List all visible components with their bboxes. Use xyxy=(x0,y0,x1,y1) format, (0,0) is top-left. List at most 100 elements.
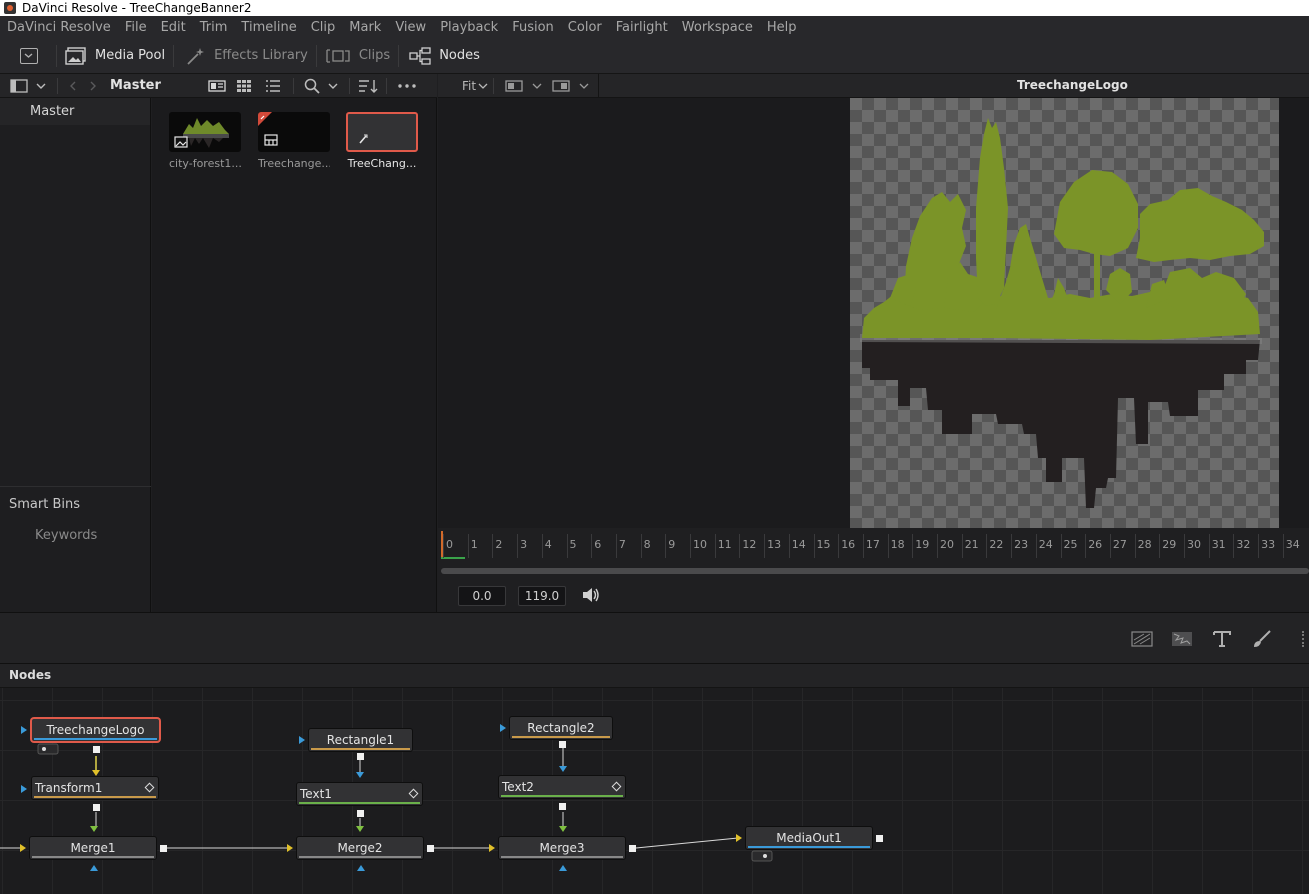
node-merge1[interactable]: Merge1 xyxy=(29,836,157,860)
clip-item-selected[interactable]: TreeChang... xyxy=(346,112,418,170)
media-pool-button[interactable]: Media Pool xyxy=(57,38,173,74)
node-type-stripe xyxy=(34,796,156,798)
node-treechange-logo[interactable]: TreechangeLogo xyxy=(31,718,160,742)
ruler-tick-label: 18 xyxy=(890,538,905,551)
menu-playback[interactable]: Playback xyxy=(440,20,498,35)
ruler-tick-mark xyxy=(813,534,815,558)
view-layout-icon[interactable] xyxy=(505,80,523,92)
menu-edit[interactable]: Edit xyxy=(161,20,186,35)
forward-arrow-icon[interactable] xyxy=(88,80,98,92)
menu-file[interactable]: File xyxy=(125,20,147,35)
node-type-stripe xyxy=(32,856,154,858)
treechange-logo-image xyxy=(860,118,1264,508)
grid-view-icon[interactable] xyxy=(236,79,252,93)
node-rectangle2[interactable]: Rectangle2 xyxy=(509,716,613,740)
node-transform1[interactable]: Transform1 xyxy=(31,776,159,800)
clip-grid: city-forest1... Treechange... TreeChang.… xyxy=(152,98,437,612)
ruler-tick-mark xyxy=(492,534,494,558)
clip-thumbnail xyxy=(346,112,418,152)
divider xyxy=(57,77,58,94)
clip-item[interactable]: Treechange... xyxy=(258,112,330,170)
back-arrow-icon[interactable] xyxy=(68,80,78,92)
ruler-tick-mark xyxy=(541,534,543,558)
ruler-tick-mark xyxy=(937,534,938,558)
metadata-view-icon[interactable] xyxy=(208,79,226,92)
menu-color[interactable]: Color xyxy=(568,20,602,35)
sidebar-toggle-icon[interactable] xyxy=(10,78,28,93)
menu-davinci-resolve[interactable]: DaVinci Resolve xyxy=(7,20,111,35)
node-label: Merge2 xyxy=(337,841,383,855)
fast-noise-tool-icon[interactable] xyxy=(1171,631,1193,647)
panel-toggle-button[interactable] xyxy=(0,38,56,74)
node-merge2[interactable]: Merge2 xyxy=(296,836,424,860)
time-ruler[interactable]: 0 1 2 3 4 5 6 7 8 9 10 11 12 13 14 15 16 17 18 19 20 21 22 23 24… xyxy=(438,528,1309,564)
viewer-options-icon[interactable] xyxy=(552,80,570,92)
sort-icon[interactable] xyxy=(358,79,378,93)
menu-fusion[interactable]: Fusion xyxy=(512,20,554,35)
menu-clip[interactable]: Clip xyxy=(311,20,336,35)
node-editor[interactable]: TreechangeLogo Transform1 Merge1 Rectang… xyxy=(0,688,1309,894)
menu-help[interactable]: Help xyxy=(767,20,797,35)
ruler-tick-label: 14 xyxy=(791,538,806,551)
chevron-down-icon[interactable] xyxy=(35,81,47,91)
node-media-out1[interactable]: MediaOut1 xyxy=(745,826,873,850)
bin-master[interactable]: Master xyxy=(0,98,150,125)
ruler-tick-label: 12 xyxy=(742,538,757,551)
node-type-stripe xyxy=(512,736,610,738)
node-label: Rectangle2 xyxy=(527,721,595,735)
more-options-icon[interactable] xyxy=(397,83,417,89)
zoom-select[interactable]: Fit xyxy=(462,79,476,93)
smart-bin-keywords[interactable]: Keywords xyxy=(35,528,97,543)
media-pool-label: Media Pool xyxy=(95,48,166,63)
chevron-down-icon[interactable] xyxy=(327,81,339,91)
menu-timeline[interactable]: Timeline xyxy=(241,20,296,35)
smart-bins-header[interactable]: Smart Bins xyxy=(0,486,151,512)
ruler-tick-mark xyxy=(443,534,444,558)
corner-flag-icon xyxy=(258,112,272,126)
volume-icon[interactable] xyxy=(581,586,601,604)
menu-trim[interactable]: Trim xyxy=(200,20,228,35)
list-view-icon[interactable] xyxy=(265,79,281,93)
media-pool-header: Master xyxy=(0,74,437,98)
ruler-tick-label: 24 xyxy=(1038,538,1053,551)
ruler-tick-mark xyxy=(1282,534,1284,558)
effects-library-button[interactable]: Effects Library xyxy=(174,38,316,74)
viewer[interactable] xyxy=(438,98,1309,528)
viewer-canvas[interactable] xyxy=(850,98,1279,528)
divider xyxy=(598,74,599,98)
diamond-icon xyxy=(144,782,155,793)
ruler-tick-label: 9 xyxy=(668,538,676,551)
render-end-time[interactable]: 119.0 xyxy=(518,586,566,606)
menu-view[interactable]: View xyxy=(395,20,426,35)
ruler-tick-mark xyxy=(1035,534,1037,558)
background-tool-icon[interactable] xyxy=(1131,631,1153,647)
diamond-icon xyxy=(611,781,622,792)
menu-workspace[interactable]: Workspace xyxy=(682,20,753,35)
davinci-app-icon xyxy=(4,2,16,14)
paint-brush-icon[interactable] xyxy=(1252,629,1272,649)
clips-label: Clips xyxy=(358,48,391,63)
clip-item[interactable]: city-forest1... xyxy=(169,112,241,170)
node-merge3[interactable]: Merge3 xyxy=(498,836,626,860)
timeline-scrubber[interactable] xyxy=(441,568,1309,574)
render-start-time[interactable]: 0.0 xyxy=(458,586,506,606)
ruler-tick-label: 30 xyxy=(1187,538,1201,551)
bin-title: Master xyxy=(110,78,161,93)
menu-fairlight[interactable]: Fairlight xyxy=(616,20,668,35)
chevron-down-icon[interactable] xyxy=(579,82,589,90)
chevron-down-icon[interactable] xyxy=(532,82,542,90)
node-text1[interactable]: Text1 xyxy=(296,782,423,806)
node-rectangle1[interactable]: Rectangle1 xyxy=(308,728,413,752)
search-icon[interactable] xyxy=(304,78,320,94)
ruler-tick-label: 34 xyxy=(1285,538,1300,551)
node-text2[interactable]: Text2 xyxy=(498,775,626,799)
text-tool-icon[interactable] xyxy=(1212,630,1232,648)
node-label: MediaOut1 xyxy=(776,831,842,845)
panel-grip[interactable] xyxy=(1302,631,1305,647)
chevron-down-icon[interactable] xyxy=(478,82,488,90)
clips-button[interactable]: Clips xyxy=(317,38,398,74)
menu-mark[interactable]: Mark xyxy=(349,20,381,35)
nodes-button[interactable]: Nodes xyxy=(399,38,488,74)
viewer-header: Fit TreechangeLogo xyxy=(438,74,1309,98)
ruler-tick-mark xyxy=(1060,534,1062,558)
